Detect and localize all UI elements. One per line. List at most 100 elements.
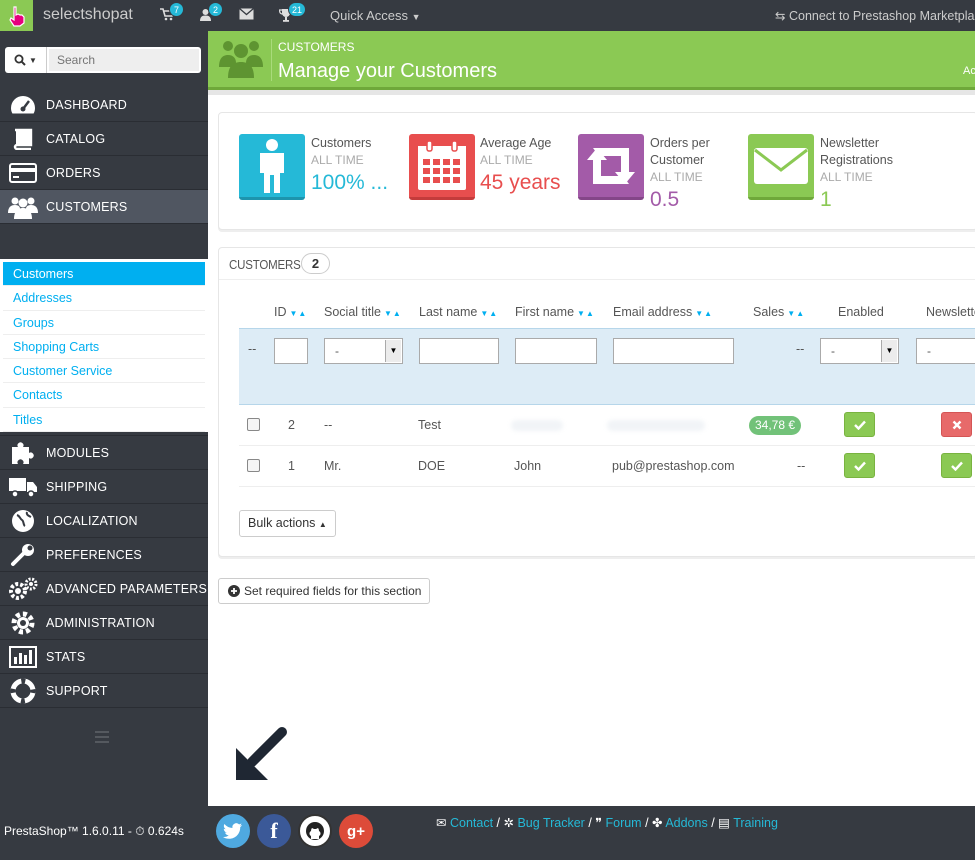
column-label: Email address — [613, 305, 693, 319]
submenu-item-contacts[interactable]: Contacts — [3, 383, 205, 408]
sort-arrows-icon[interactable]: ▼▲ — [480, 309, 498, 318]
footer-link-bug-tracker[interactable]: Bug Tracker — [517, 816, 584, 830]
cart-notifications[interactable]: 7 — [160, 2, 184, 22]
footer-link-training[interactable]: Training — [733, 816, 778, 830]
table-row[interactable]: 1 Mr. DOE John pub@prestashop.com -- — [239, 446, 975, 487]
kpi-newsletter-title: Newsletter Registrations — [820, 136, 893, 167]
set-required-fields-button[interactable]: Set required fields for this section — [218, 578, 431, 604]
check-icon — [853, 461, 866, 471]
panel-title: CUSTOMERS — [229, 258, 301, 272]
quick-access-label: Quick Access — [330, 8, 409, 23]
filter-id-input[interactable] — [274, 338, 308, 364]
submenu-item-customer-service[interactable]: Customer Service — [3, 359, 205, 384]
sidebar-item-administration[interactable]: ADMINISTRATION — [0, 606, 208, 640]
collapse-menu-icon[interactable] — [95, 731, 109, 746]
row-checkbox[interactable] — [247, 418, 260, 431]
connect-marketplace-link[interactable]: ⇆ Connect to Prestashop Marketplace — [775, 8, 975, 23]
google-plus-icon[interactable]: g+ — [339, 814, 373, 848]
filter-social-title-select[interactable]: - ▼ — [324, 338, 403, 364]
column-header-id[interactable]: ID ▼▲ — [274, 305, 307, 319]
dashboard-icon — [0, 94, 46, 116]
kpi-newsletter-value: 1 — [820, 188, 832, 211]
select-value: - — [927, 344, 931, 358]
book-icon: ▤ — [718, 816, 730, 830]
select-value: - — [335, 344, 339, 358]
column-label: ID — [274, 305, 287, 319]
filter-first-name-input[interactable] — [515, 338, 597, 364]
version-info: PrestaShop™ 1.6.0.11 - ⏱ 0.624s — [4, 824, 184, 839]
shop-name[interactable]: selectshopat — [43, 6, 133, 24]
cell-sales: -- — [797, 459, 806, 473]
credit-card-icon — [0, 162, 46, 183]
column-label: Sales — [753, 305, 785, 319]
footer-link-forum[interactable]: Forum — [605, 816, 641, 830]
filter-email-input[interactable] — [613, 338, 734, 364]
newsletter-toggle[interactable] — [941, 412, 972, 437]
kpi-customers-title: Customers — [311, 136, 372, 150]
table-row[interactable]: 2 -- Test 34,78 € — [239, 405, 975, 446]
trophy-notifications[interactable]: 21 — [278, 2, 307, 22]
github-icon[interactable] — [298, 814, 332, 848]
filter-last-name-input[interactable] — [419, 338, 499, 364]
quick-access-dropdown[interactable]: Quick Access ▼ — [330, 8, 421, 23]
sidebar-item-customers[interactable]: CUSTOMERS — [0, 190, 208, 224]
kpi-customers-value: 100% ... — [311, 171, 389, 194]
row-checkbox[interactable] — [247, 459, 260, 472]
twitter-icon[interactable] — [216, 814, 250, 848]
users-icon — [0, 195, 46, 219]
sidebar-item-catalog[interactable]: CATALOG — [0, 122, 208, 156]
sidebar-item-dashboard[interactable]: DASHBOARD — [0, 88, 208, 122]
cell-last-name: DOE — [418, 459, 446, 473]
enabled-toggle[interactable] — [844, 412, 875, 437]
check-icon — [950, 461, 963, 471]
sidebar-item-advanced-parameters[interactable]: ADVANCED PARAMETERS — [0, 572, 208, 606]
filter-newsletter-select[interactable]: - — [916, 338, 975, 364]
footer-link-addons[interactable]: Addons — [665, 816, 707, 830]
sort-arrows-icon[interactable]: ▼▲ — [384, 309, 402, 318]
exchange-icon: ⇆ — [775, 9, 786, 23]
submenu-item-groups[interactable]: Groups — [3, 311, 205, 335]
sidebar-item-modules[interactable]: MODULES — [0, 436, 208, 470]
search-input[interactable] — [49, 49, 199, 71]
column-header-sales[interactable]: Sales ▼▲ — [753, 305, 805, 319]
sidebar-item-localization[interactable]: LOCALIZATION — [0, 504, 208, 538]
caret-down-icon: ▼ — [881, 340, 897, 362]
cell-social-title: -- — [324, 418, 333, 432]
bulk-actions-button[interactable]: Bulk actions ▲ — [239, 510, 336, 537]
prestashop-logo-icon[interactable] — [0, 0, 33, 31]
facebook-icon[interactable]: f — [257, 814, 291, 848]
sidebar-item-shipping[interactable]: SHIPPING — [0, 470, 208, 504]
globe-icon — [0, 509, 46, 533]
sidebar-item-stats[interactable]: STATS — [0, 640, 208, 674]
sidebar-item-preferences[interactable]: PREFERENCES — [0, 538, 208, 572]
sidebar-item-support[interactable]: SUPPORT — [0, 674, 208, 708]
comments-icon: ❞ — [595, 816, 602, 830]
newsletter-toggle[interactable] — [941, 453, 972, 478]
filter-enabled-select[interactable]: - ▼ — [820, 338, 899, 364]
customer-icon — [239, 134, 305, 200]
sidebar-item-orders[interactable]: ORDERS — [0, 156, 208, 190]
column-header-first-name[interactable]: First name ▼▲ — [515, 305, 595, 319]
submenu-item-customers[interactable]: Customers — [3, 262, 205, 287]
submenu-item-shopping-carts[interactable]: Shopping Carts — [3, 335, 205, 360]
customer-notifications[interactable]: 2 — [199, 2, 223, 22]
sort-arrows-icon[interactable]: ▼▲ — [695, 309, 713, 318]
column-header-last-name[interactable]: Last name ▼▲ — [419, 305, 498, 319]
header-action-button[interactable]: Ac — [963, 65, 975, 77]
search-scope-button[interactable]: ▼ — [5, 47, 47, 73]
sidebar-item-label: CATALOG — [46, 131, 106, 146]
submenu-item-addresses[interactable]: Addresses — [3, 286, 205, 311]
submenu-item-titles[interactable]: Titles — [3, 408, 205, 433]
footer-link-contact[interactable]: Contact — [450, 816, 493, 830]
enabled-toggle[interactable] — [844, 453, 875, 478]
messages[interactable] — [239, 8, 255, 22]
sort-arrows-icon[interactable]: ▼▲ — [787, 309, 805, 318]
column-header-social-title[interactable]: Social title ▼▲ — [324, 305, 402, 319]
sort-arrows-icon[interactable]: ▼▲ — [577, 309, 595, 318]
sidebar-item-label: MODULES — [46, 445, 110, 460]
filter-sales-placeholder: -- — [796, 342, 805, 356]
sidebar-item-label: ORDERS — [46, 165, 101, 180]
sidebar-item-label: ADVANCED PARAMETERS — [46, 581, 208, 596]
column-header-email[interactable]: Email address ▼▲ — [613, 305, 713, 319]
sort-arrows-icon[interactable]: ▼▲ — [290, 309, 308, 318]
